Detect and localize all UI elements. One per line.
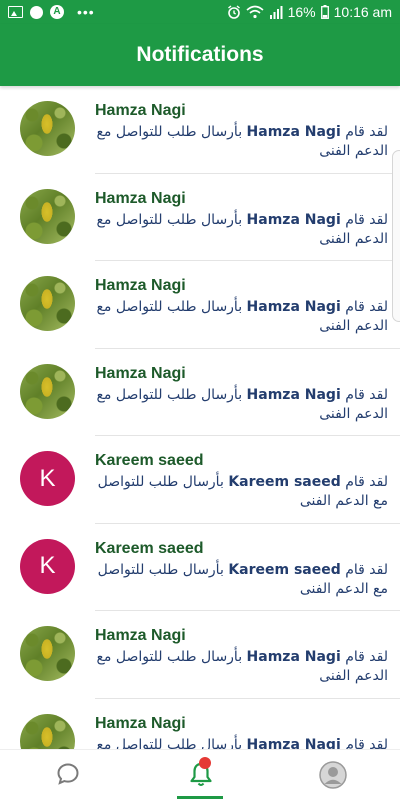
avatar <box>20 713 75 750</box>
message-prefix: لقد قام <box>345 299 388 315</box>
alarm-icon <box>227 5 240 19</box>
profile-icon[interactable] <box>319 761 347 789</box>
notification-item[interactable]: Hamza Nagi لقد قام Hamza Nagi بأرسال طلب… <box>0 349 400 436</box>
sender-name: Hamza Nagi <box>95 364 186 382</box>
edge-panel-handle[interactable] <box>392 150 400 322</box>
notification-icon <box>30 5 43 19</box>
sender-name: Hamza Nagi <box>95 189 186 207</box>
wifi-icon <box>246 5 264 19</box>
message-prefix: لقد قام <box>345 124 388 140</box>
notification-message: لقد قام Hamza Nagi بأرسال طلب للتواصل مع… <box>95 386 388 424</box>
message-sender: Hamza Nagi <box>246 386 341 403</box>
message-sender: Hamza Nagi <box>246 299 341 315</box>
avatar <box>20 276 75 331</box>
message-sender: Kareem saeed <box>228 561 341 578</box>
notification-item[interactable]: Hamza Nagi لقد قام Hamza Nagi بأرسال طلب… <box>0 611 400 699</box>
avatar <box>20 363 75 419</box>
active-tab-indicator <box>177 796 223 799</box>
more-icon: ••• <box>77 4 95 20</box>
signal-icon <box>269 5 283 19</box>
sender-name: Kareem saeed <box>95 452 204 469</box>
avatar: K <box>20 538 75 594</box>
message-prefix: لقد قام <box>345 386 388 403</box>
notification-message: لقد قام Kareem saeed بأرسال طلب للتواصل … <box>95 473 388 511</box>
app-bar: Notifications <box>0 24 400 86</box>
notification-item[interactable]: K Kareem saeed لقد قام Kareem saeed بأرس… <box>0 524 400 611</box>
notification-list[interactable]: Hamza Nagi لقد قام Hamza Nagi بأرسال طلب… <box>0 86 400 750</box>
notification-message: لقد قام Hamza Nagi بأرسال طلب للتواصل مع… <box>95 736 388 751</box>
message-sender: Hamza Nagi <box>246 649 341 665</box>
sender-name: Hamza Nagi <box>95 102 186 119</box>
avatar <box>20 188 75 244</box>
message-sender: Kareem saeed <box>228 474 341 490</box>
notification-message: لقد قام Kareem saeed بأرسال طلب للتواصل … <box>95 561 388 599</box>
message-prefix: لقد قام <box>345 649 388 665</box>
status-right: 16% 10:16 am <box>227 4 400 20</box>
message-prefix: لقد قام <box>345 211 388 228</box>
chat-bubble-icon[interactable] <box>56 762 80 786</box>
message-prefix: لقد قام <box>345 474 388 490</box>
sender-name: Hamza Nagi <box>95 714 186 732</box>
message-prefix: لقد قام <box>345 561 388 578</box>
message-sender: Hamza Nagi <box>246 211 341 228</box>
battery-percent: 16% <box>287 4 316 20</box>
notification-badge <box>199 757 211 769</box>
notification-message: لقد قام Hamza Nagi بأرسال طلب للتواصل مع… <box>95 211 388 249</box>
notification-item[interactable]: Hamza Nagi لقد قام Hamza Nagi بأرسال طلب… <box>0 261 400 349</box>
status-bar: A ••• 16% 10:16 am <box>0 0 400 24</box>
clock: 10:16 am <box>333 4 392 20</box>
status-left: A ••• <box>0 4 95 20</box>
message-sender: Hamza Nagi <box>246 124 341 140</box>
image-icon <box>8 6 23 18</box>
notification-message: لقد قام Hamza Nagi بأرسال طلب للتواصل مع… <box>95 298 388 336</box>
battery-icon <box>320 5 329 19</box>
notification-item[interactable]: K Kareem saeed لقد قام Kareem saeed بأرس… <box>0 436 400 524</box>
notification-item[interactable]: Hamza Nagi لقد قام Hamza Nagi بأرسال طلب… <box>0 174 400 261</box>
message-prefix: لقد قام <box>345 736 388 751</box>
sender-name: Hamza Nagi <box>95 277 186 294</box>
page-title: Notifications <box>136 43 264 66</box>
avatar <box>20 101 75 156</box>
a-icon: A <box>50 5 64 19</box>
avatar: K <box>20 451 75 506</box>
bottom-nav <box>0 749 400 800</box>
notification-message: لقد قام Hamza Nagi بأرسال طلب للتواصل مع… <box>95 123 388 161</box>
sender-name: Hamza Nagi <box>95 627 186 644</box>
notification-item[interactable]: Hamza Nagi لقد قام Hamza Nagi بأرسال طلب… <box>0 86 400 174</box>
notification-message: لقد قام Hamza Nagi بأرسال طلب للتواصل مع… <box>95 648 388 686</box>
avatar <box>20 626 75 681</box>
message-sender: Hamza Nagi <box>246 736 341 751</box>
sender-name: Kareem saeed <box>95 539 204 557</box>
notification-item[interactable]: Hamza Nagi لقد قام Hamza Nagi بأرسال طلب… <box>0 699 400 751</box>
